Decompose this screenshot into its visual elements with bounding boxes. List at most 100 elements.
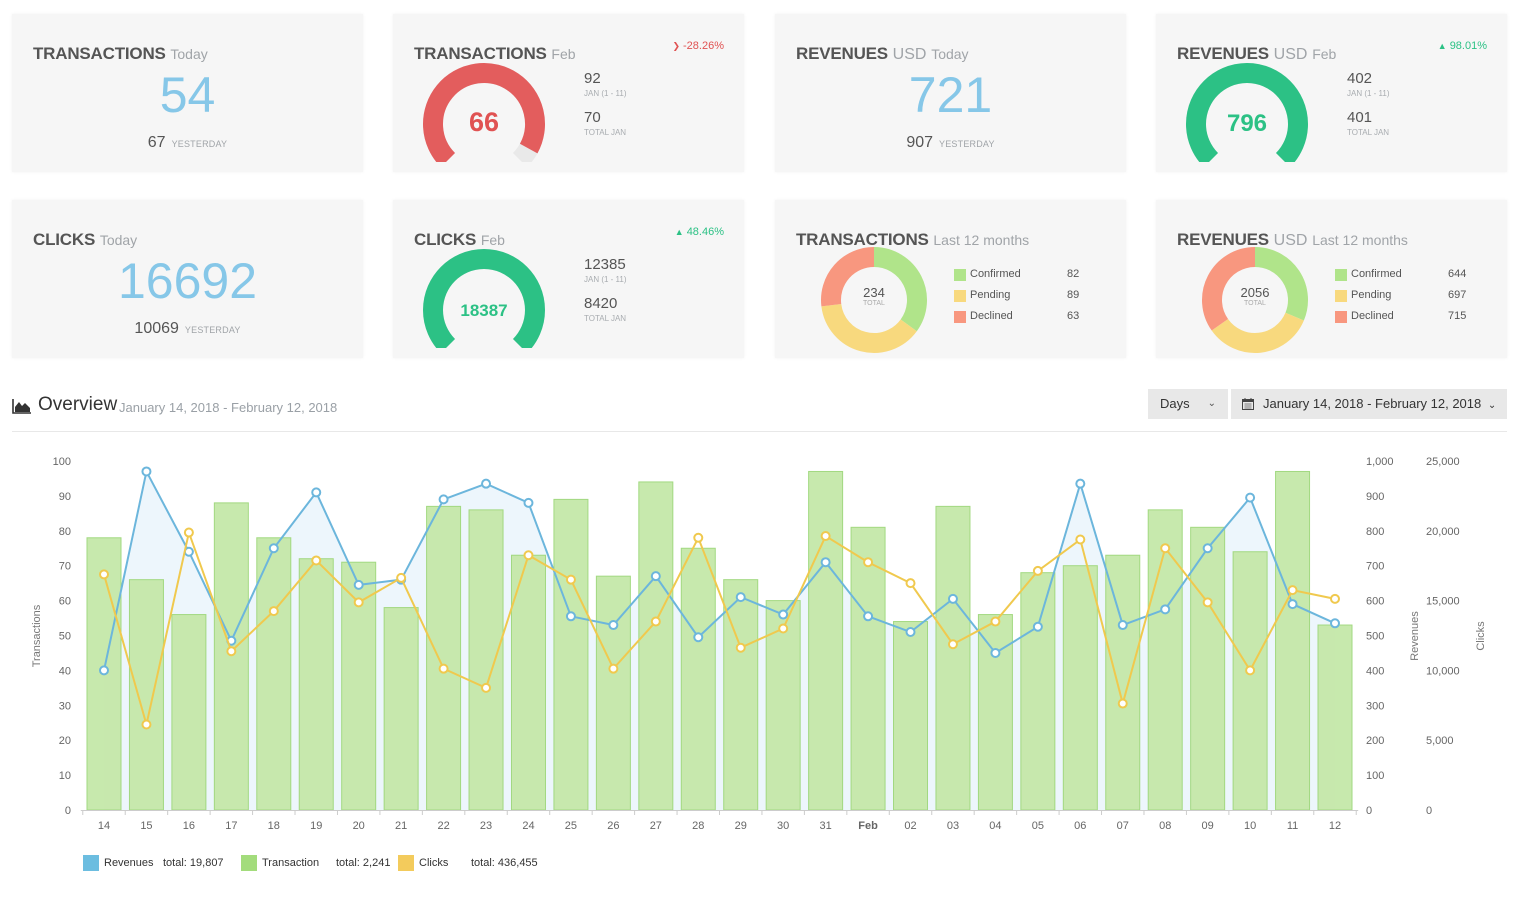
clicks-point[interactable]	[565, 574, 576, 585]
revenues-point[interactable]	[523, 497, 534, 508]
revenues-point[interactable]	[1245, 492, 1256, 503]
revenues-point[interactable]	[1202, 543, 1213, 554]
clicks-point[interactable]	[820, 531, 831, 542]
revenues-point[interactable]	[947, 593, 958, 604]
x-tick-label: Feb	[858, 820, 878, 832]
clicks-point[interactable]	[608, 663, 619, 674]
transactions-bar[interactable]	[256, 537, 292, 811]
transactions-bar[interactable]	[128, 579, 164, 811]
transactions-bar[interactable]	[468, 509, 504, 811]
transactions-bar[interactable]	[638, 481, 674, 811]
y-left-tick-label: 10	[59, 770, 71, 782]
date-range-picker[interactable]: January 14, 2018 - February 12, 2018 ⌄	[1231, 389, 1507, 419]
clicks-point[interactable]	[268, 606, 279, 617]
x-tick-label: 04	[989, 820, 1001, 832]
clicks-point[interactable]	[1287, 585, 1298, 596]
revenues-point[interactable]	[1160, 604, 1171, 615]
transactions-bar[interactable]	[1020, 572, 1056, 811]
clicks-point[interactable]	[1330, 593, 1340, 604]
y-left-tick-label: 90	[59, 491, 71, 503]
y-right2-tick-label: 25,000	[1426, 456, 1460, 468]
transactions-bar[interactable]	[1275, 470, 1311, 811]
transactions-bar[interactable]	[893, 621, 929, 811]
x-tick-label: 11	[1287, 820, 1298, 832]
clicks-point[interactable]	[1075, 534, 1086, 545]
clicks-point[interactable]	[905, 578, 916, 589]
transactions-bar[interactable]	[426, 505, 462, 811]
revenues-point[interactable]	[735, 592, 746, 603]
revenues-point[interactable]	[1075, 478, 1086, 489]
transactions-bar[interactable]	[1147, 509, 1183, 811]
transactions-bar[interactable]	[1232, 551, 1268, 811]
granularity-dropdown[interactable]: Days ⌄	[1148, 389, 1228, 419]
clicks-point[interactable]	[1202, 597, 1213, 608]
clicks-point[interactable]	[141, 719, 152, 730]
clicks-point[interactable]	[481, 682, 492, 693]
revenues-point[interactable]	[1032, 621, 1043, 632]
chevron-down-icon: ⌄	[1487, 400, 1497, 411]
revenues-point[interactable]	[353, 579, 364, 590]
transactions-bar[interactable]	[213, 502, 249, 811]
transactions-bar[interactable]	[1317, 624, 1353, 811]
today-value: 16692	[117, 253, 258, 309]
revenues-point[interactable]	[268, 543, 279, 554]
revenues-point[interactable]	[1117, 620, 1128, 631]
clicks-point[interactable]	[183, 527, 194, 538]
transactions-bar[interactable]	[298, 558, 334, 811]
clicks-point[interactable]	[99, 569, 109, 580]
transactions-bar[interactable]	[171, 614, 207, 811]
transactions-bar[interactable]	[553, 498, 589, 811]
revenues-point[interactable]	[141, 466, 152, 477]
stat-jan-partial: 92	[584, 70, 601, 87]
clicks-point[interactable]	[990, 616, 1001, 627]
transactions-bar[interactable]	[935, 505, 971, 811]
y-left-tick-label: 30	[59, 700, 71, 712]
clicks-point[interactable]	[650, 616, 661, 627]
x-tick-label: 09	[1202, 820, 1214, 832]
revenues-point[interactable]	[905, 627, 916, 638]
clicks-point[interactable]	[1117, 698, 1128, 709]
revenues-point[interactable]	[311, 487, 322, 498]
clicks-point[interactable]	[947, 639, 958, 650]
clicks-point[interactable]	[693, 532, 704, 543]
chevron-up-icon: ▲	[1437, 41, 1447, 51]
clicks-point[interactable]	[353, 597, 364, 608]
transactions-bar[interactable]	[850, 526, 886, 811]
transactions-bar[interactable]	[680, 547, 716, 811]
revenues-point[interactable]	[693, 632, 704, 643]
clicks-point[interactable]	[438, 663, 449, 674]
x-tick-label: 15	[140, 820, 152, 832]
revenues-point[interactable]	[99, 665, 109, 676]
revenues-point[interactable]	[863, 611, 874, 622]
y-right2-tick-label: 10,000	[1426, 665, 1460, 677]
x-tick-label: 31	[819, 820, 831, 832]
transactions-bar[interactable]	[383, 607, 419, 811]
clicks-point[interactable]	[523, 550, 534, 561]
clicks-point[interactable]	[735, 642, 746, 653]
card-transactions-12m: TRANSACTIONS Last 12 months 234 TOTAL Co…	[775, 200, 1126, 358]
revenues-point[interactable]	[1330, 618, 1340, 629]
transactions-bar[interactable]	[808, 470, 844, 811]
revenues-point[interactable]	[820, 557, 831, 568]
clicks-point[interactable]	[1245, 665, 1256, 676]
clicks-point[interactable]	[863, 557, 874, 568]
transactions-bar[interactable]	[1105, 554, 1141, 811]
revenues-point[interactable]	[990, 647, 1001, 658]
clicks-point[interactable]	[1032, 565, 1043, 576]
transactions-bar[interactable]	[977, 614, 1013, 811]
revenues-point[interactable]	[438, 494, 449, 505]
x-tick-label: 30	[777, 820, 789, 832]
clicks-point[interactable]	[778, 623, 789, 634]
clicks-point[interactable]	[396, 572, 407, 583]
revenues-point[interactable]	[778, 609, 789, 620]
clicks-point[interactable]	[1160, 543, 1171, 554]
clicks-point[interactable]	[226, 646, 237, 657]
transactions-bar[interactable]	[1062, 565, 1098, 811]
revenues-point[interactable]	[650, 571, 661, 582]
revenues-point[interactable]	[608, 620, 619, 631]
clicks-point[interactable]	[311, 555, 322, 566]
revenues-point[interactable]	[1287, 599, 1298, 610]
revenues-point[interactable]	[565, 611, 576, 622]
transactions-bar[interactable]	[1190, 526, 1226, 811]
revenues-point[interactable]	[481, 478, 492, 489]
